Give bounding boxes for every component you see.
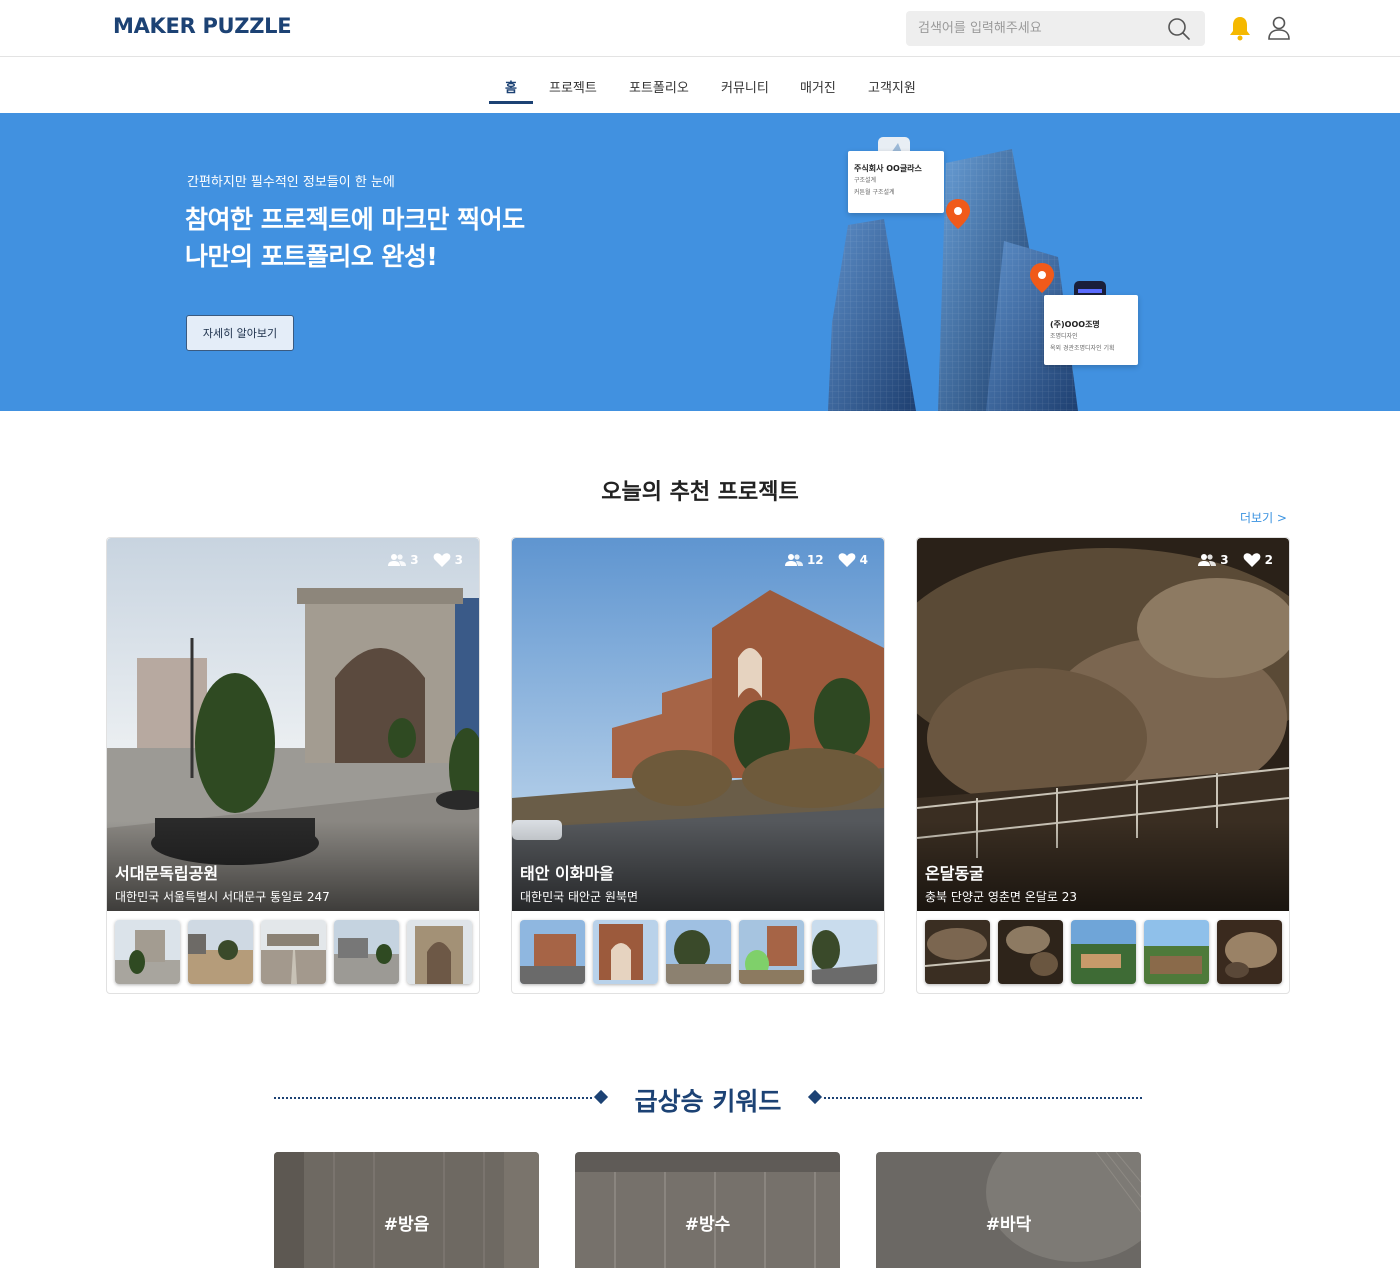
nav-item-home[interactable]: 홈: [505, 77, 517, 96]
banner-illustration: 주식회사 OO글라스 구조설계 커튼월 구조설계 (주)OOO조명 조명디자인 …: [826, 133, 1146, 411]
banner-title-line2: 나만의 포트폴리오 완성!: [185, 242, 438, 271]
thumbnail[interactable]: [812, 920, 877, 984]
user-icon[interactable]: [1267, 15, 1291, 41]
hero-banner: 간편하지만 필수적인 정보들이 한 눈에 참여한 프로젝트에 마크만 찍어도 나…: [0, 113, 1400, 411]
company-card-glass: 주식회사 OO글라스 구조설계 커튼월 구조설계: [848, 151, 944, 213]
project-card[interactable]: 3 3 서대문독립공원 대한민국 서울특별시 서대문구 통일로 247: [106, 537, 480, 994]
participants-count: 3: [1220, 553, 1229, 567]
main-nav: 홈 프로젝트 포트폴리오 커뮤니티 매거진 고객지원: [0, 58, 1400, 113]
thumbnail-strip: [520, 920, 877, 984]
participants-count: 3: [410, 553, 419, 567]
thumbnail[interactable]: [407, 920, 472, 984]
search-bar: [906, 11, 1205, 46]
keywords-header: 급상승 키워드: [274, 1080, 1142, 1116]
logo[interactable]: MAKER PUZZLE: [113, 14, 292, 38]
thumbnail[interactable]: [115, 920, 180, 984]
company-card-lighting-detail: 옥외 경관조명디자인 기획: [1050, 345, 1115, 352]
keyword-label: #바닥: [985, 1215, 1032, 1235]
keyword-label: #방수: [684, 1215, 731, 1235]
card-stats: 12 4: [784, 552, 868, 568]
thumbnail[interactable]: [593, 920, 658, 984]
project-name: 태안 이화마을: [520, 864, 614, 883]
banner-title: 참여한 프로젝트에 마크만 찍어도 나만의 포트폴리오 완성!: [185, 201, 525, 275]
card-stats: 3 3: [388, 552, 463, 568]
keywords-title: 급상승 키워드: [634, 1087, 782, 1116]
likes-count: 2: [1264, 553, 1273, 567]
thumbnail[interactable]: [261, 920, 326, 984]
keyword-card[interactable]: #방수: [575, 1152, 840, 1268]
company-card-glass-field: 구조설계: [854, 177, 877, 184]
heart-icon[interactable]: [1243, 552, 1261, 568]
divider-line: [824, 1097, 1142, 1099]
card-stats: 3 2: [1198, 552, 1273, 568]
project-image[interactable]: 3 2 온달동굴 충북 단양군 영춘면 온달로 23: [917, 538, 1289, 911]
thumbnail[interactable]: [739, 920, 804, 984]
keyword-label: #방음: [383, 1215, 430, 1235]
company-card-lighting-field: 조명디자인: [1050, 333, 1078, 340]
company-card-lighting: (주)OOO조명 조명디자인 옥외 경관조명디자인 기획: [1044, 295, 1138, 365]
likes-count: 3: [454, 553, 463, 567]
project-address: 대한민국 태안군 원북면: [520, 890, 639, 904]
likes-count: 4: [859, 553, 868, 567]
header: MAKER PUZZLE: [0, 0, 1400, 57]
keyword-card[interactable]: #바닥: [876, 1152, 1141, 1268]
thumbnail[interactable]: [1144, 920, 1209, 984]
bell-icon[interactable]: [1228, 15, 1252, 41]
recommended-section-title: 오늘의 추천 프로젝트: [601, 480, 799, 505]
keyword-card[interactable]: #방음: [274, 1152, 539, 1268]
nav-item-projects[interactable]: 프로젝트: [549, 77, 597, 96]
heart-icon[interactable]: [433, 552, 451, 568]
learn-more-button[interactable]: 자세히 알아보기: [186, 315, 294, 351]
thumbnail[interactable]: [188, 920, 253, 984]
banner-title-line1: 참여한 프로젝트에 마크만 찍어도: [185, 205, 525, 234]
thumbnail[interactable]: [998, 920, 1063, 984]
nav-active-indicator: [489, 101, 533, 104]
company-card-lighting-title: (주)OOO조명: [1050, 320, 1100, 329]
nav-item-magazine[interactable]: 매거진: [800, 77, 836, 96]
company-card-glass-detail: 커튼월 구조설계: [854, 189, 895, 196]
project-address: 충북 단양군 영춘면 온달로 23: [925, 890, 1077, 904]
thumbnail[interactable]: [1071, 920, 1136, 984]
project-image[interactable]: 12 4 태안 이화마을 대한민국 태안군 원북면: [512, 538, 884, 911]
nav-item-portfolio[interactable]: 포트폴리오: [629, 77, 689, 96]
nav-item-community[interactable]: 커뮤니티: [721, 77, 769, 96]
thumbnail[interactable]: [520, 920, 585, 984]
thumbnail[interactable]: [334, 920, 399, 984]
project-card[interactable]: 12 4 태안 이화마을 대한민국 태안군 원북면: [511, 537, 885, 994]
thumbnail[interactable]: [1217, 920, 1282, 984]
more-link[interactable]: 더보기 >: [1240, 509, 1287, 526]
search-input[interactable]: [906, 11, 1156, 46]
project-name: 서대문독립공원: [115, 864, 219, 883]
project-image[interactable]: 3 3 서대문독립공원 대한민국 서울특별시 서대문구 통일로 247: [107, 538, 479, 911]
participants-icon: [784, 554, 803, 566]
thumbnail[interactable]: [925, 920, 990, 984]
project-name: 온달동굴: [925, 864, 984, 883]
thumbnail-strip: [925, 920, 1282, 984]
participants-icon: [388, 554, 407, 566]
company-card-glass-title: 주식회사 OO글라스: [854, 164, 922, 173]
thumbnail[interactable]: [666, 920, 731, 984]
thumbnail-strip: [115, 920, 472, 984]
nav-item-support[interactable]: 고객지원: [868, 77, 916, 96]
project-address: 대한민국 서울특별시 서대문구 통일로 247: [115, 890, 330, 904]
banner-subtitle: 간편하지만 필수적인 정보들이 한 눈에: [187, 175, 395, 190]
search-icon[interactable]: [1167, 17, 1191, 41]
heart-icon[interactable]: [838, 552, 856, 568]
participants-count: 12: [806, 553, 824, 567]
participants-icon: [1198, 554, 1217, 566]
project-card[interactable]: 3 2 온달동굴 충북 단양군 영춘면 온달로 23: [916, 537, 1290, 994]
